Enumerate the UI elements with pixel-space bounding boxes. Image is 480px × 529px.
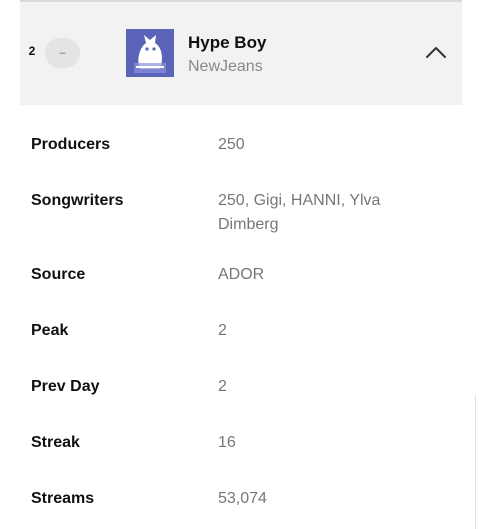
rank-number: 2 [28,44,36,58]
detail-value: 250 [218,136,245,153]
track-artist[interactable]: NewJeans [188,58,263,76]
divider [475,395,476,529]
rank-change-badge: – [45,38,80,68]
detail-value: 53,074 [218,490,267,507]
detail-label: Streams [31,490,95,507]
detail-label: Producers [31,136,111,153]
detail-value: ADOR [218,266,265,283]
track-row-header[interactable]: 2 – Hype Boy NewJeans [20,2,462,105]
detail-value: 2 [218,378,227,395]
detail-label: Peak [31,322,69,339]
detail-value: 250, Gigi, HANNI, Ylva Dimberg [218,192,381,233]
detail-value: 16 [218,434,236,451]
album-cover-image [126,29,174,77]
detail-label: Songwriters [31,192,124,209]
detail-label: Prev Day [31,378,100,395]
detail-label: Source [31,266,86,283]
detail-value: 2 [218,322,227,339]
chevron-up-icon[interactable] [424,42,448,62]
track-title: Hype Boy [188,33,267,52]
detail-label: Streak [31,434,80,451]
